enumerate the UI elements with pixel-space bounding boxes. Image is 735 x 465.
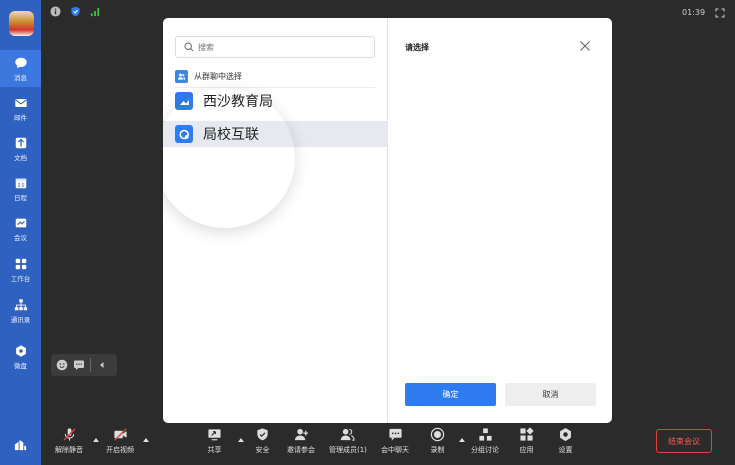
chat-icon [388,428,402,441]
sidebar-item-label: 通讯录 [10,315,31,324]
select-dialog: 从群聊中选择 西沙教育局 局校互联 请选择 确定 取消 [163,18,612,423]
select-from-group-label: 从群聊中选择 [194,72,242,81]
add-user-icon [294,428,308,441]
security-button[interactable]: 安全 [255,427,270,455]
start-video-button[interactable]: 开启视频 [106,427,134,455]
meeting-chat-label: 会中聊天 [381,446,409,454]
share-options-caret[interactable] [238,438,244,442]
video-off-icon [113,428,127,441]
invite-label: 邀请参会 [287,446,315,454]
calendar-icon [15,178,26,188]
start-video-label: 开启视频 [106,446,134,454]
settings-button[interactable]: 设置 [558,427,573,455]
dialog-right-pane: 请选择 确定 取消 [389,18,612,423]
select-from-group-item[interactable]: 从群聊中选择 [175,66,375,88]
divider [90,358,91,372]
security-label: 安全 [255,446,270,454]
sidebar-item-label: 日程 [14,193,27,202]
meeting-timer: 01:39 [682,8,706,17]
end-meeting-button[interactable]: 结束会议 [656,429,712,453]
breakout-rooms-icon [478,428,492,441]
members-icon [341,428,356,441]
list-item[interactable]: 局校互联 [163,121,388,147]
sidebar-item-label: 文档 [14,153,27,162]
muted-mic-icon [62,428,76,441]
info-icon[interactable] [50,6,61,17]
dialog-left-pane: 从群聊中选择 西沙教育局 局校互联 [163,18,388,423]
signal-icon [90,7,100,17]
confirm-button[interactable]: 确定 [405,383,496,406]
collapse-arrow-icon[interactable] [96,359,108,371]
gear-icon [560,427,571,442]
search-box[interactable] [175,36,375,58]
list-item[interactable]: 西沙教育局 [163,88,388,114]
sidebar-item-label: 邮件 [14,113,27,122]
apps-icon [520,427,534,441]
apps-label: 应用 [519,446,534,454]
sidebar-item-messages[interactable]: 消息 [0,50,41,87]
sidebar: 消息 邮件 文档 日程 会议 工作台 通讯录 微盘 [0,0,41,465]
record-label: 录制 [430,446,445,454]
share-label: 共享 [207,446,222,454]
invite-button[interactable]: 邀请参会 [287,427,315,455]
unmute-button[interactable]: 解除静音 [55,427,83,455]
sidebar-item-label: 工作台 [10,274,31,283]
video-options-caret[interactable] [143,438,149,442]
breakout-button[interactable]: 分组讨论 [471,427,499,455]
meeting-icon [15,218,26,227]
settings-label: 设置 [558,446,573,454]
record-icon [430,427,445,442]
close-icon[interactable] [579,40,591,52]
share-button[interactable]: 共享 [207,427,222,455]
list-item-name: 局校互联 [203,127,259,143]
apps-button[interactable]: 应用 [519,427,534,455]
dialog-title: 请选择 [405,43,429,52]
comment-icon[interactable] [73,359,85,371]
avatar[interactable] [9,11,34,36]
grid-icon [15,258,26,269]
search-input[interactable] [198,42,358,52]
shield-icon [257,428,268,441]
manage-members-label: 管理成员(1) [329,446,367,454]
sidebar-item-drive[interactable]: 微盘 [0,338,41,375]
sidebar-item-docs[interactable]: 文档 [0,130,41,167]
sidebar-item-label: 微盘 [14,361,27,370]
sidebar-item-label: 会议 [14,233,27,242]
top-status-icons [50,6,101,17]
group-chat-icon [175,125,193,143]
shield-icon[interactable] [70,6,81,17]
floating-controls [51,354,117,376]
meeting-toolbar: 解除静音 开启视频 共享 安全 邀请参会 管理成员(1) 会中聊天 录制 分组讨… [41,424,735,465]
group-icon [175,70,188,83]
stats-icon[interactable] [13,437,28,452]
fullscreen-icon[interactable] [715,8,725,18]
manage-members-button[interactable]: 管理成员(1) [329,427,367,455]
chat-bubble-icon [14,57,27,68]
unmute-label: 解除静音 [55,446,83,454]
sidebar-item-label: 消息 [14,73,27,82]
sidebar-item-calendar[interactable]: 日程 [0,170,41,207]
org-chart-icon [14,298,27,310]
breakout-label: 分组讨论 [471,446,499,454]
sidebar-item-workbench[interactable]: 工作台 [0,251,41,288]
share-screen-icon [208,429,221,441]
document-icon [15,137,26,148]
record-button[interactable]: 录制 [430,427,445,455]
drive-icon [15,344,26,357]
mail-icon [14,98,27,107]
record-options-caret[interactable] [459,438,465,442]
list-item-name: 西沙教育局 [203,94,273,110]
emoji-icon[interactable] [56,359,68,371]
mic-options-caret[interactable] [93,438,99,442]
meeting-chat-button[interactable]: 会中聊天 [381,427,409,455]
group-chat-icon [175,92,193,110]
sidebar-item-mail[interactable]: 邮件 [0,90,41,127]
search-icon [184,42,194,52]
sidebar-item-contacts[interactable]: 通讯录 [0,292,41,329]
cancel-button[interactable]: 取消 [505,383,596,406]
sidebar-item-meeting[interactable]: 会议 [0,210,41,247]
